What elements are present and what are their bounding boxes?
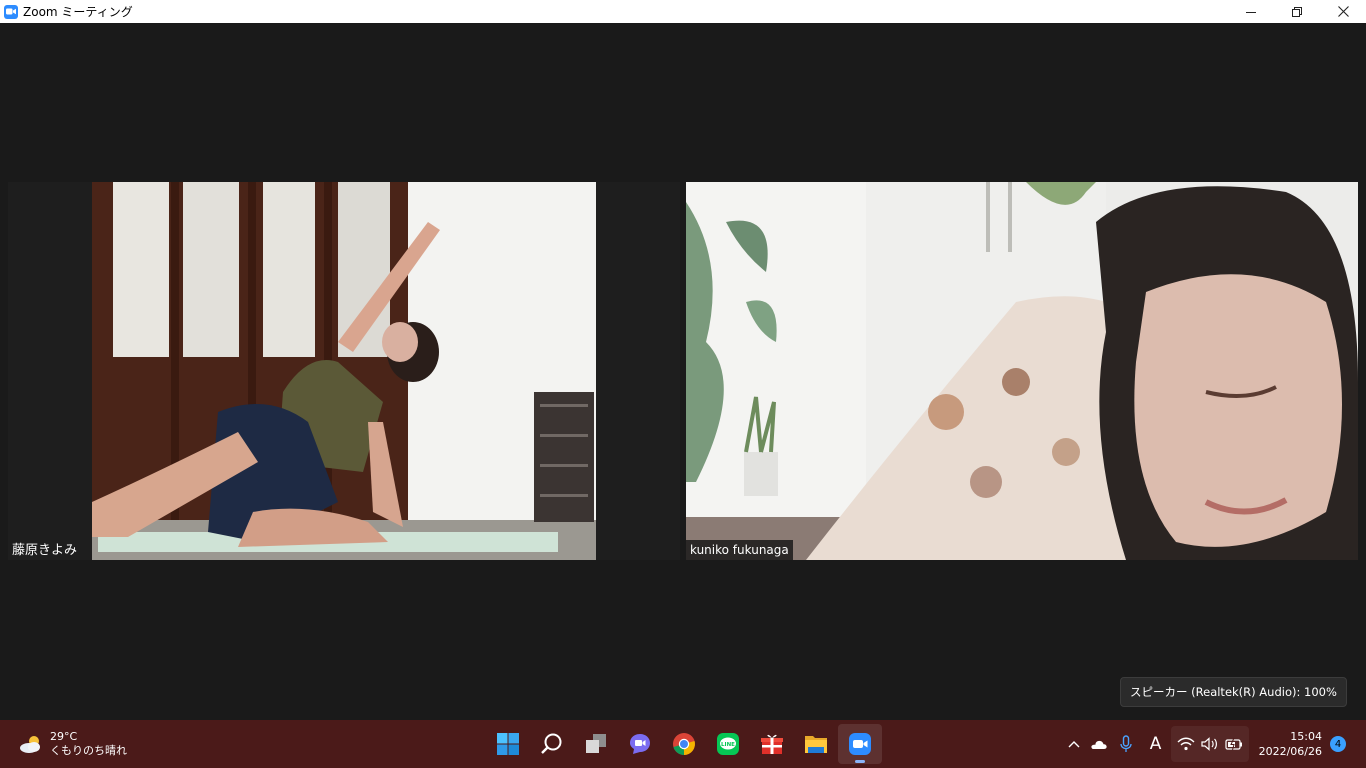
taskbar: 29°C くもりのち晴れ LINE A 15:04 2022/06/26 4 <box>0 720 1366 768</box>
video-tile-2[interactable]: kuniko fukunaga <box>686 182 1358 560</box>
clock[interactable]: 15:04 2022/06/26 <box>1259 729 1322 759</box>
clock-date: 2022/06/26 <box>1258 745 1322 758</box>
speaker-volume-tooltip: スピーカー (Realtek(R) Audio): 100% <box>1120 677 1347 707</box>
zoom-taskbar-button[interactable] <box>838 724 882 764</box>
microphone-button[interactable] <box>1111 720 1141 768</box>
task-view-button[interactable] <box>574 724 618 764</box>
weather-description: くもりのち晴れ <box>50 744 127 757</box>
search-icon <box>541 733 562 754</box>
system-tray: A 15:04 2022/06/26 4 <box>1063 720 1366 768</box>
chat-button[interactable] <box>618 724 662 764</box>
microphone-icon <box>1119 735 1132 752</box>
partly-cloudy-icon <box>20 736 40 753</box>
file-explorer-button[interactable] <box>794 724 838 764</box>
close-icon <box>1337 6 1349 17</box>
task-view-icon <box>586 734 606 753</box>
cloud-icon <box>1090 740 1107 749</box>
clock-time: 15:04 <box>1290 730 1322 743</box>
restore-icon <box>1292 6 1302 17</box>
gift-button[interactable] <box>750 724 794 764</box>
folder-icon <box>805 736 827 753</box>
start-button[interactable] <box>486 724 530 764</box>
chrome-button[interactable] <box>662 724 706 764</box>
wifi-icon <box>1177 737 1195 751</box>
notification-badge[interactable]: 4 <box>1330 736 1346 752</box>
window-controls <box>1228 0 1366 23</box>
zoom-icon <box>849 733 871 755</box>
minimize-button[interactable] <box>1228 0 1274 23</box>
chrome-icon <box>673 733 695 755</box>
search-button[interactable] <box>530 724 574 764</box>
zoom-logo-icon <box>4 4 18 19</box>
taskbar-apps: LINE <box>486 724 882 764</box>
window-title: Zoom ミーティング <box>23 5 133 19</box>
weather-widget[interactable]: 29°C くもりのち晴れ <box>18 729 127 759</box>
line-button[interactable]: LINE <box>706 724 750 764</box>
restore-button[interactable] <box>1274 0 1320 23</box>
close-button[interactable] <box>1320 0 1366 23</box>
participant-video-2 <box>686 182 1358 560</box>
zoom-meeting-window: Zoom ミーティング 藤原きよみ kuniko fukunaga スピーカー … <box>0 0 1366 768</box>
participant-video-1 <box>8 182 680 560</box>
quick-settings-button[interactable] <box>1170 726 1249 762</box>
speaker-icon <box>1200 737 1217 751</box>
participant-name-1: 藤原きよみ <box>12 543 78 558</box>
battery-icon <box>1224 737 1242 751</box>
ime-indicator[interactable]: A <box>1141 720 1171 768</box>
onedrive-button[interactable] <box>1085 720 1111 768</box>
windows-start-icon <box>497 733 519 755</box>
gift-icon <box>761 734 783 754</box>
chevron-up-icon <box>1068 741 1080 748</box>
video-tile-1[interactable]: 藤原きよみ <box>8 182 680 560</box>
participant-name-2: kuniko fukunaga <box>686 540 793 560</box>
svg-text:LINE: LINE <box>721 742 735 748</box>
meeting-area: 藤原きよみ kuniko fukunaga スピーカー (Realtek(R) … <box>0 23 1366 720</box>
line-icon: LINE <box>717 733 739 755</box>
title-bar[interactable]: Zoom ミーティング <box>0 0 1366 23</box>
chat-icon <box>630 734 650 754</box>
weather-temperature: 29°C <box>50 730 78 743</box>
minimize-icon <box>1246 11 1256 13</box>
show-hidden-icons-button[interactable] <box>1063 720 1085 768</box>
